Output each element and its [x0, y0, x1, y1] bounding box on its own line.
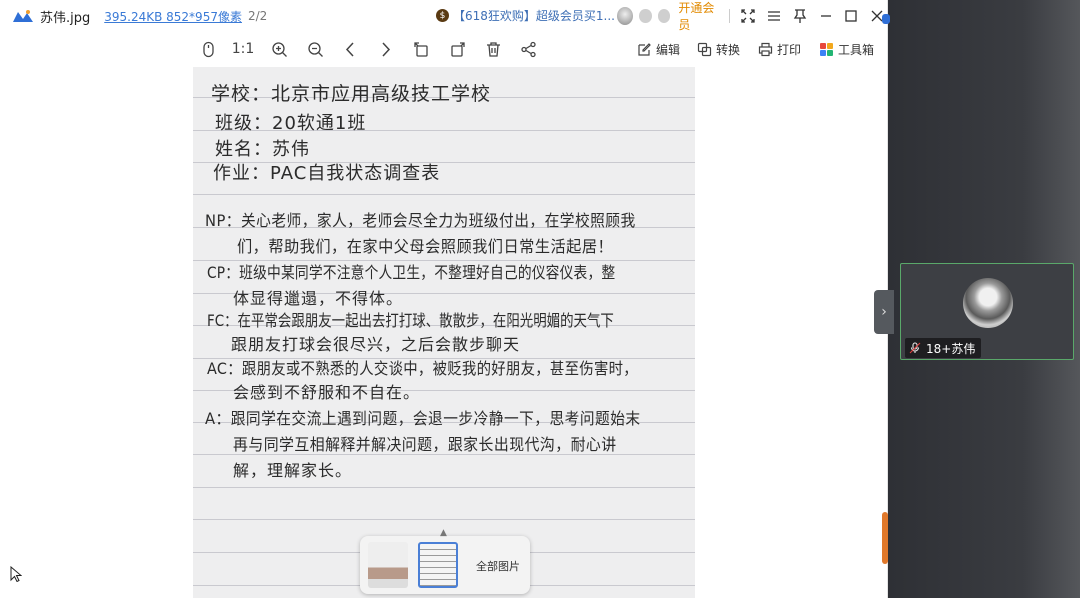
document-image[interactable]: 学校：北京市应用高级技工学校 班级：20软通1班 姓名：苏伟 作业：PAC自我状… — [193, 67, 695, 598]
rotate-left-icon[interactable] — [411, 37, 431, 61]
divider — [729, 9, 731, 23]
vip-button[interactable]: 开通会员 — [678, 0, 721, 33]
thumbnail-2[interactable] — [418, 542, 458, 588]
convert-label: 转换 — [716, 42, 741, 57]
print-icon — [758, 42, 773, 56]
next-icon[interactable] — [375, 37, 395, 61]
thumbnail-strip: ▲ 全部图片 — [360, 528, 530, 594]
maximize-icon[interactable] — [841, 5, 861, 27]
handwritten-line: CP：班级中某同学不注意个人卫生，不整理好自己的仪容仪表，整 — [207, 263, 616, 282]
coin-icon[interactable] — [639, 9, 652, 23]
ruled-line — [193, 519, 695, 520]
handwritten-line: 再与同学互相解释并解决问题，跟家长出现代沟，耐心讲 — [233, 435, 617, 454]
promo-icon: $ — [436, 9, 449, 22]
pin-icon[interactable] — [790, 5, 810, 27]
promo-banner[interactable]: $ 【618狂欢购】超级会员买1... — [436, 7, 615, 24]
convert-icon — [697, 42, 712, 56]
handwritten-line: 班级：20软通1班 — [215, 113, 367, 134]
file-name: 苏伟.jpg — [40, 10, 91, 26]
toolbox-icon — [820, 42, 833, 56]
handwritten-line: A：跟同学在交流上遇到问题，会退一步冷静一下，思考问题始末 — [205, 409, 641, 428]
participant-avatar — [963, 278, 1013, 328]
page-index: 2/2 — [247, 9, 268, 23]
handwritten-line: NP：关心老师，家人，老师会尽全力为班级付出，在学校照顾我 — [205, 211, 636, 230]
image-viewer-window: 苏伟.jpg 395.24KB 852*957像素 2/2 $ 【618狂欢购】… — [0, 0, 888, 598]
indicator — [882, 14, 890, 24]
meeting-side-panel: › 18+苏伟 — [874, 0, 1080, 598]
thumbnail-1[interactable] — [368, 542, 408, 588]
handwritten-line: 作业：PAC自我状态调查表 — [213, 163, 441, 184]
viewer-toolbar: 1:1 编辑 转换 打印 工具箱 — [0, 32, 888, 66]
screen: 苏伟.jpg 395.24KB 852*957像素 2/2 $ 【618狂欢购】… — [0, 0, 1080, 598]
edit-button[interactable]: 编辑 — [637, 37, 680, 61]
convert-button[interactable]: 转换 — [697, 37, 740, 61]
caret-up-icon[interactable]: ▲ — [440, 528, 447, 538]
previous-icon[interactable] — [340, 37, 360, 61]
print-label: 打印 — [777, 42, 802, 57]
fullscreen-icon[interactable] — [738, 5, 758, 27]
rotate-right-icon[interactable] — [447, 37, 467, 61]
handwritten-line: 解，理解家长。 — [233, 461, 353, 480]
collapse-panel-button[interactable]: › — [874, 290, 894, 334]
all-images-button[interactable]: 全部图片 — [476, 558, 520, 574]
minimize-icon[interactable] — [816, 5, 836, 27]
mouse-cursor-icon — [10, 566, 22, 582]
handwritten-line: 跟朋友打球会很尽兴，之后会散步聊天 — [231, 335, 521, 354]
app-logo-icon — [13, 10, 33, 22]
toolbox-label: 工具箱 — [838, 42, 875, 57]
actual-size-button[interactable]: 1:1 — [231, 37, 255, 61]
title-bar-controls: 开通会员 — [617, 1, 887, 32]
ruled-line — [193, 487, 695, 488]
edit-icon — [638, 42, 651, 56]
ruled-line — [193, 194, 695, 195]
handwritten-line: 会感到不舒服和不自在。 — [233, 383, 421, 402]
toolbox-button[interactable]: 工具箱 — [819, 37, 874, 61]
zoom-in-icon[interactable] — [269, 37, 289, 61]
scroll-indicator[interactable] — [882, 512, 888, 564]
participant-video-tile[interactable]: 18+苏伟 — [900, 263, 1074, 360]
file-meta[interactable]: 395.24KB 852*957像素 — [104, 8, 242, 25]
handwritten-line: AC：跟朋友或不熟悉的人交谈中，被贬我的好朋友，甚至伤害时， — [207, 359, 638, 378]
handwritten-line: 学校：北京市应用高级技工学校 — [211, 83, 492, 105]
zoom-out-icon[interactable] — [305, 37, 325, 61]
print-button[interactable]: 打印 — [758, 37, 801, 61]
user-avatar[interactable] — [617, 7, 634, 25]
chevron-right-icon: › — [881, 304, 887, 320]
handwritten-line: 们，帮助我们，在家中父母会照顾我们日常生活起居！ — [237, 237, 614, 256]
mic-muted-icon — [909, 342, 921, 354]
handwritten-line: 体显得邋遢，不得体。 — [233, 289, 404, 308]
share-icon[interactable] — [518, 37, 538, 61]
handwritten-line: 姓名：苏伟 — [215, 139, 310, 160]
handwritten-line: FC：在平常会跟朋友一起出去打打球、散散步，在阳光明媚的天气下 — [207, 311, 614, 330]
mouse-mode-icon[interactable] — [199, 37, 217, 61]
edit-label: 编辑 — [656, 42, 681, 57]
participant-name: 18+苏伟 — [926, 341, 976, 356]
member-badge-icon[interactable] — [657, 9, 671, 23]
promo-text: 【618狂欢购】超级会员买1... — [453, 9, 615, 23]
participant-label: 18+苏伟 — [905, 338, 982, 358]
delete-icon[interactable] — [483, 37, 503, 61]
menu-icon[interactable] — [764, 5, 784, 27]
